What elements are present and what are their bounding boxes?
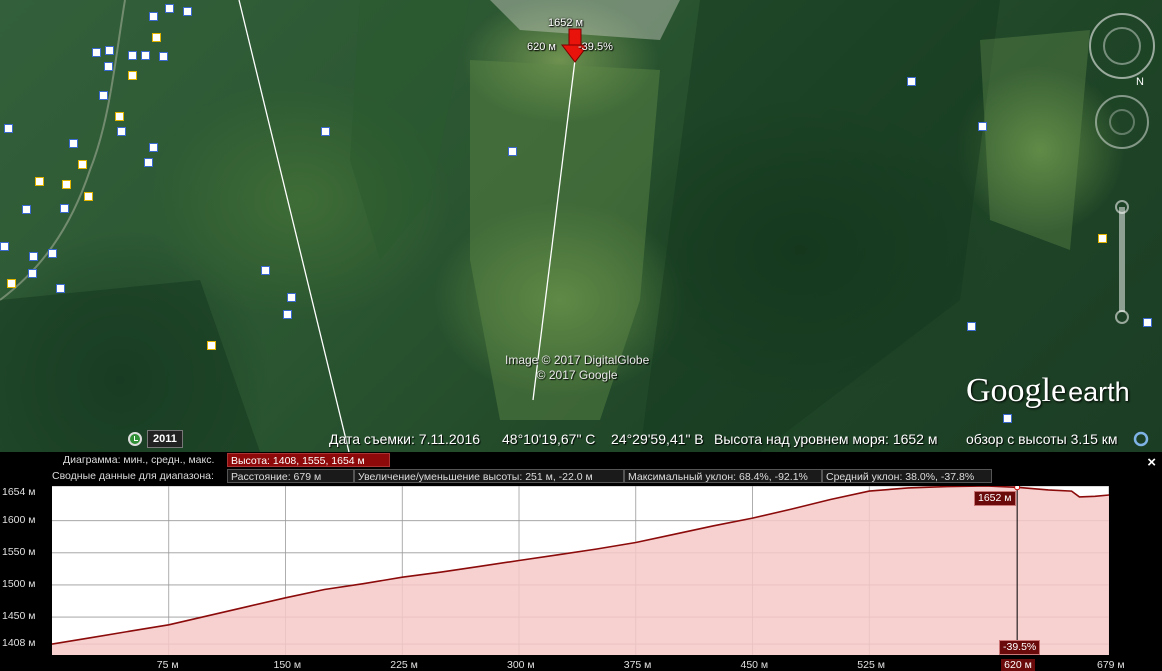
distance-stat[interactable]: Расстояние: 679 м [227,469,354,483]
y-tick-label: 1550 м [2,545,36,558]
placemark-icon[interactable] [99,91,108,100]
placemark-icon[interactable] [7,279,16,288]
tooltip-slope: -39.5% [999,640,1041,655]
history-year-badge[interactable]: 2011 [147,430,183,448]
placemark-icon[interactable] [159,52,168,61]
path-line-left [238,0,350,452]
placemark-icon[interactable] [978,122,987,131]
y-tick-label: 1450 м [2,610,36,623]
placemark-icon[interactable] [92,48,101,57]
streaming-status-icon [1133,431,1149,447]
placemark-icon[interactable] [141,51,150,60]
placemark-icon[interactable] [149,12,158,21]
x-tick-label: 75 м [156,659,179,671]
placemark-icon[interactable] [287,293,296,302]
y-tick-label: 1408 м [2,637,36,650]
placemark-icon[interactable] [29,252,38,261]
placemark-icon[interactable] [508,147,517,156]
copyright-line-2: © 2017 Google [536,368,618,382]
placemark-icon[interactable] [48,249,57,258]
placemark-icon[interactable] [69,139,78,148]
placemark-icon[interactable] [28,269,37,278]
latitude: 48°10'19,67" С [502,431,596,447]
cursor-elevation-label: 1652 м [548,17,584,29]
placemark-icon[interactable] [78,160,87,169]
placemark-icon[interactable] [183,7,192,16]
placemark-icon[interactable] [115,112,124,121]
placemark-icon[interactable] [144,158,153,167]
y-tick-label: 1500 м [2,577,36,590]
x-tick-label: 375 м [623,659,652,671]
x-tick-label: 300 м [507,659,535,671]
placemark-icon[interactable] [128,51,137,60]
cursor-distance-label: 620 м [527,41,556,53]
placemark-icon[interactable] [104,62,113,71]
placemark-icon[interactable] [105,46,114,55]
placemark-icon[interactable] [907,77,916,86]
placemark-icon[interactable] [152,33,161,42]
placemark-icon[interactable] [62,180,71,189]
placemark-icon[interactable] [149,143,158,152]
profile-summary-row: Диаграмма: мин., средн., макс. Высота: 1… [0,452,1162,471]
placemark-icon[interactable] [117,127,126,136]
elevation-profile-chart[interactable] [52,486,1109,655]
range-summary-label: Сводные данные для диапазона: [52,470,214,482]
placemark-icon[interactable] [22,205,31,214]
elevation-stat[interactable]: Высота: 1408, 1555, 1654 м [227,453,390,467]
placemark-icon[interactable] [967,322,976,331]
copyright-line-1: Image © 2017 DigitalGlobe [505,353,650,367]
placemark-icon[interactable] [128,71,137,80]
navigation-controls[interactable]: N [1086,12,1158,352]
cursor-slope-label: -39.5% [578,41,613,53]
placemark-icon[interactable] [207,341,216,350]
satellite-map[interactable]: 1652 м 620 м -39.5% Image © 2017 Digital… [0,0,1162,452]
placemark-icon[interactable] [35,177,44,186]
x-tick-label: 150 м [273,659,302,671]
elevation-area [52,486,1109,655]
x-tick-label: 679 м [1097,659,1125,671]
zoom-out-icon [1115,310,1129,324]
x-tick-label: 450 м [740,659,769,671]
move-ring-icon [1095,95,1149,149]
google-earth-logo: Googleearth [966,372,1130,409]
longitude: 24°29'59,41" В [611,431,704,447]
elevation-readout: Высота над уровнем моря: 1652 м [714,431,938,447]
eye-altitude: обзор с высоты 3.15 км [966,431,1118,447]
placemark-icon[interactable] [261,266,270,275]
capture-date: Дата съемки: 7.11.2016 [329,431,481,447]
placemark-icon[interactable] [283,310,292,319]
x-tick-label: 225 м [390,659,418,671]
range-summary-row: Сводные данные для диапазона: Расстояние… [0,468,1162,484]
placemark-icon[interactable] [0,242,9,251]
placemark-icon[interactable] [4,124,13,133]
cursor-point [1014,486,1021,491]
placemark-icon[interactable] [1003,414,1012,423]
historical-imagery-control[interactable]: 2011 [128,430,183,448]
placemark-icon[interactable] [321,127,330,136]
elevation-gain-stat[interactable]: Увеличение/уменьшение высоты: 251 м, -22… [354,469,624,483]
y-tick-label: 1654 м [2,486,36,498]
x-tick-label: 525 м [857,659,885,671]
placemark-icon[interactable] [56,284,65,293]
clock-icon[interactable] [128,432,142,446]
placemark-icon[interactable] [60,204,69,213]
max-slope-stat[interactable]: Максимальный уклон: 68.4%, -92.1% [624,469,822,483]
placemark-icon[interactable] [165,4,174,13]
north-icon: N [1136,76,1144,88]
y-tick-label: 1600 м [2,513,36,526]
x-tick-label: 620 м [1001,659,1035,671]
tooltip-elevation: 1652 м [974,491,1016,506]
elevation-profile-panel: Диаграмма: мин., средн., макс. Высота: 1… [0,452,1162,671]
chart-summary-label: Диаграмма: мин., средн., макс. [63,454,215,466]
avg-slope-stat[interactable]: Средний уклон: 38.0%, -37.8% [822,469,992,483]
imagery-copyright: Image © 2017 DigitalGlobe © 2017 Google [505,353,649,383]
look-ring-icon [1089,13,1155,79]
placemark-icon[interactable] [84,192,93,201]
